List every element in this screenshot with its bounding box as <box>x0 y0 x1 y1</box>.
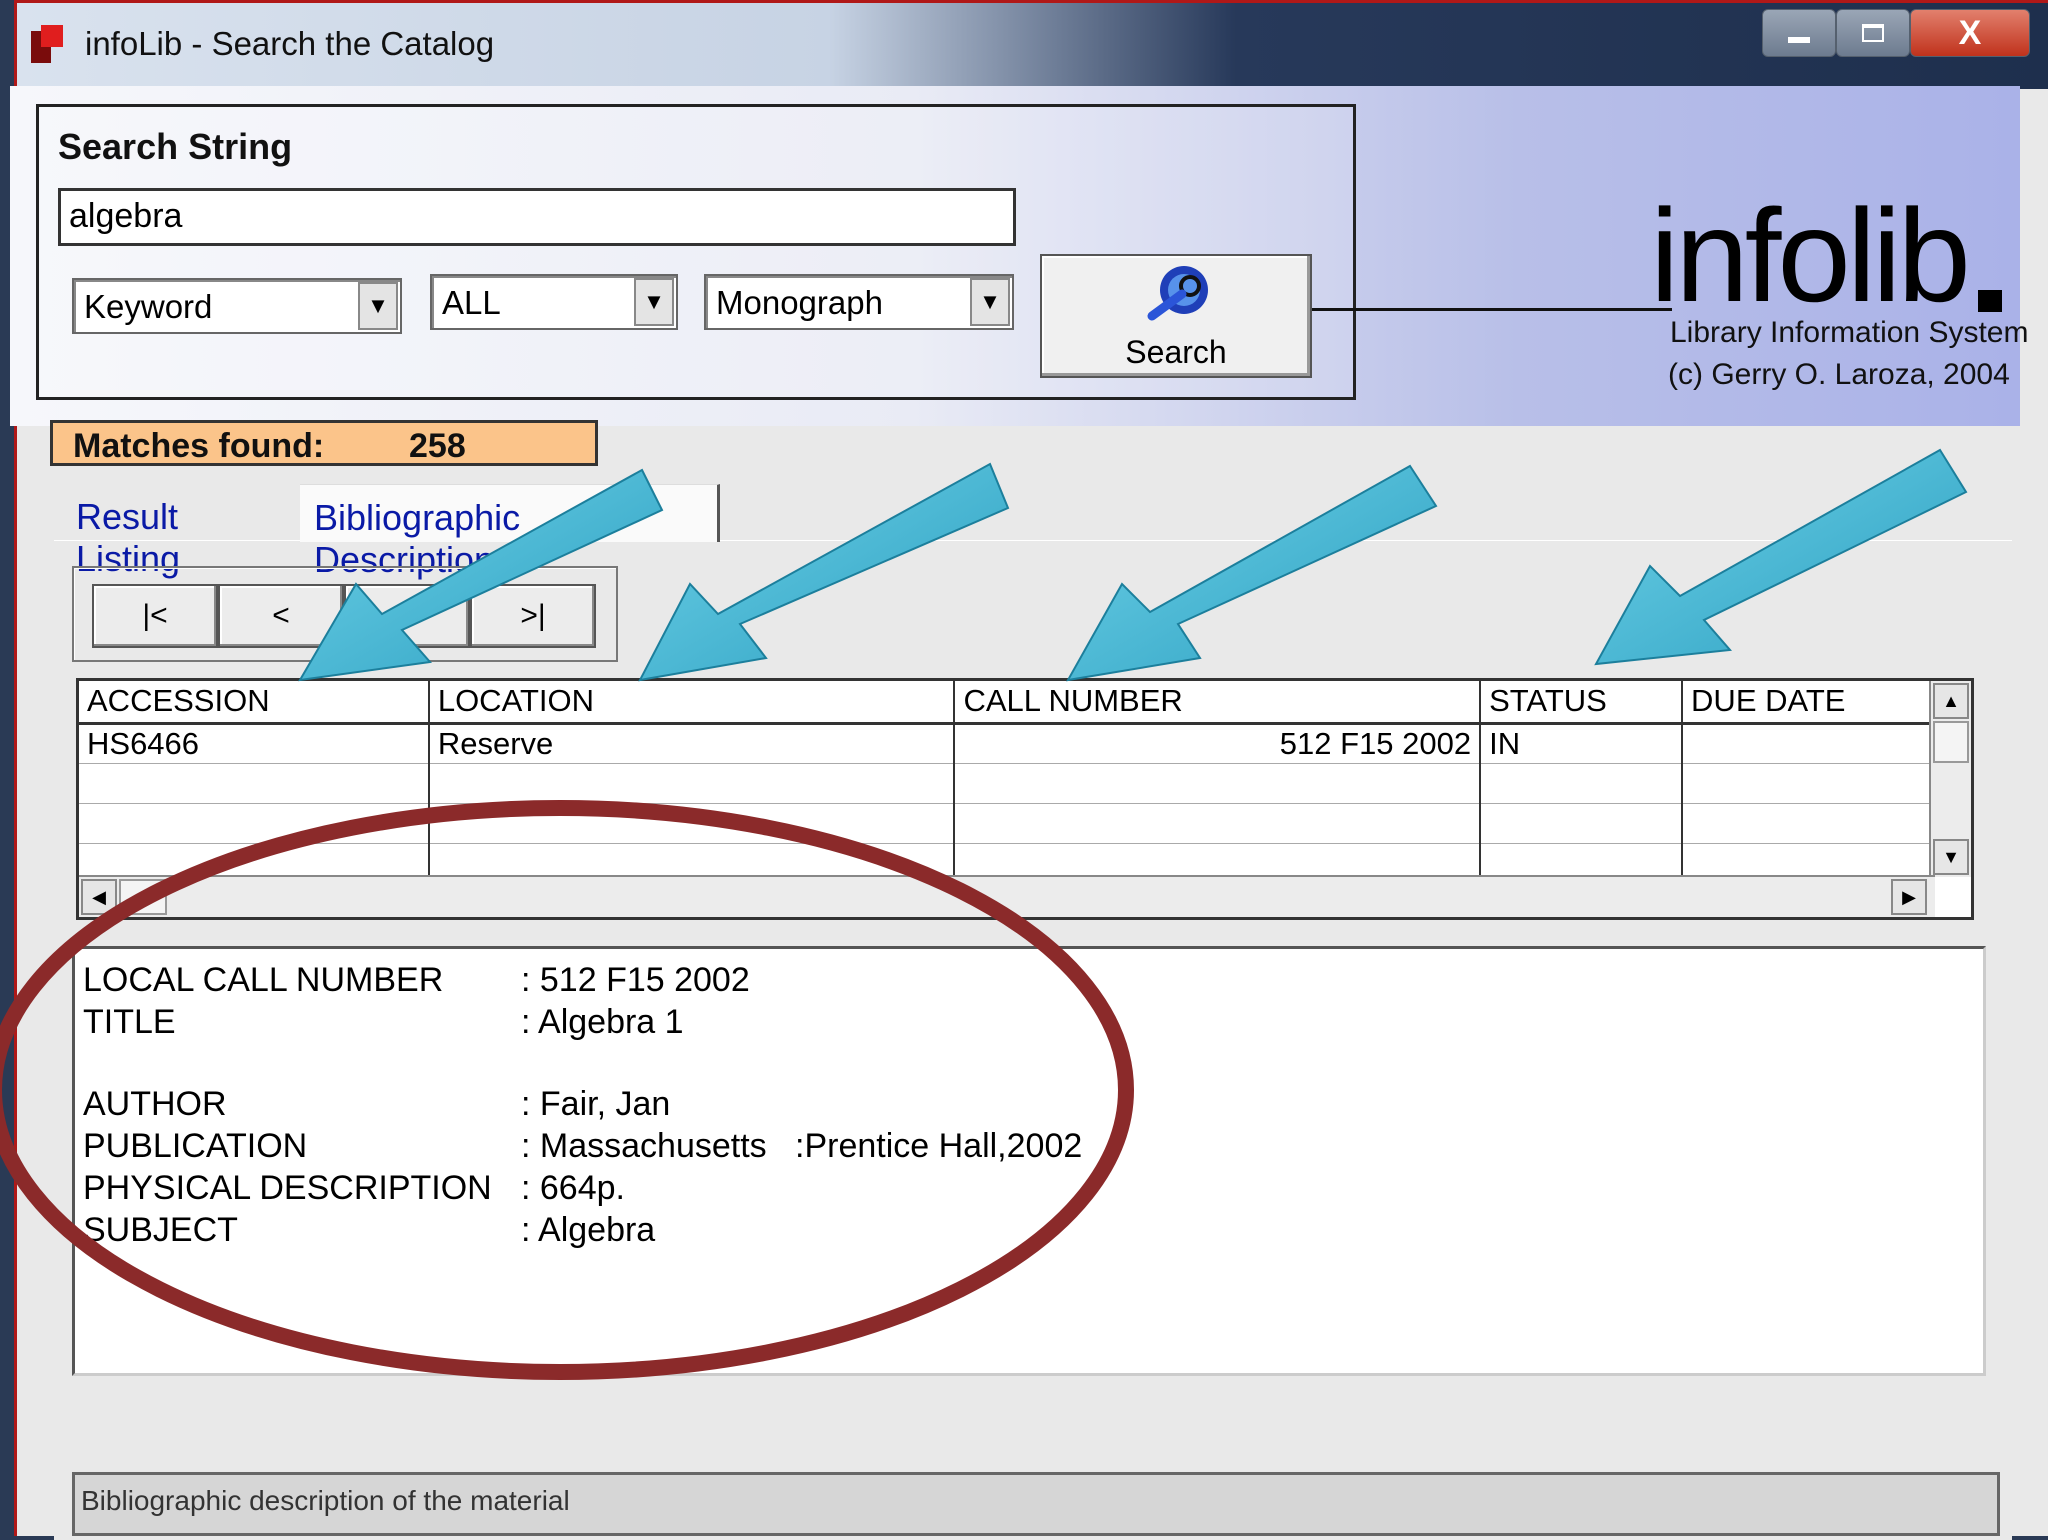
material-type-select[interactable]: Monograph ▼ <box>704 274 1014 330</box>
scope-value: ALL <box>442 284 501 321</box>
column-header[interactable]: DUE DATE <box>1682 681 1935 725</box>
status-bar: Bibliographic description of the materia… <box>72 1472 2000 1536</box>
matches-found-badge: Matches found: 258 <box>50 420 598 466</box>
infolib-logo: infolib <box>1650 182 1971 329</box>
scroll-thumb[interactable] <box>1933 721 1969 763</box>
tab-bibliographic-description[interactable]: Bibliographic Description <box>300 484 720 580</box>
table-row-empty[interactable] <box>79 763 1935 804</box>
column-header[interactable]: ACCESSION <box>79 681 430 725</box>
detail-value: : Algebra <box>521 1211 656 1249</box>
search-label: Search String <box>58 126 293 167</box>
bibliographic-details: LOCAL CALL NUMBER : 512 F15 2002 TITLE :… <box>72 946 1986 1376</box>
close-icon: X <box>1958 13 1982 52</box>
due-date-cell <box>1682 723 1935 764</box>
dropdown-arrow-icon[interactable]: ▼ <box>634 278 674 326</box>
detail-value: : Algebra 1 <box>521 1003 684 1041</box>
search-globe-icon <box>1147 266 1208 321</box>
next-record-icon: > <box>398 599 416 632</box>
first-record-button[interactable]: |< <box>92 584 218 648</box>
detail-label: PUBLICATION <box>83 1127 308 1165</box>
window-title: infoLib - Search the Catalog <box>85 25 495 62</box>
detail-value: : Fair, Jan <box>521 1085 671 1123</box>
call-number-cell: 512 F15 2002 <box>954 723 1482 764</box>
search-button-label: Search <box>1125 334 1227 370</box>
next-record-button[interactable]: > <box>344 584 470 648</box>
copyright-text: (c) Gerry O. Laroza, 2004 <box>1668 358 2010 391</box>
title-bar[interactable]: infoLib - Search the Catalog X <box>17 3 2048 89</box>
scroll-thumb[interactable] <box>119 879 167 915</box>
search-input[interactable]: algebra <box>58 188 1016 246</box>
maximize-icon <box>1862 24 1884 42</box>
detail-label: TITLE <box>83 1003 176 1041</box>
table-row[interactable]: HS6466 Reserve 512 F15 2002 IN <box>79 723 1935 764</box>
holdings-table: ACCESSION LOCATION CALL NUMBER STATUS DU… <box>79 681 1935 884</box>
matches-count: 258 <box>409 427 466 465</box>
table-row-empty[interactable] <box>79 803 1935 844</box>
close-button[interactable]: X <box>1910 9 2030 57</box>
previous-record-button[interactable]: < <box>218 584 344 648</box>
detail-value: : Massachusetts :Prentice Hall,2002 <box>521 1127 1083 1165</box>
dropdown-arrow-icon[interactable]: ▼ <box>358 282 398 330</box>
holdings-grid[interactable]: ACCESSION LOCATION CALL NUMBER STATUS DU… <box>76 678 1974 920</box>
dropdown-arrow-icon[interactable]: ▼ <box>970 278 1010 326</box>
detail-label: LOCAL CALL NUMBER <box>83 961 444 999</box>
search-type-select[interactable]: Keyword ▼ <box>72 278 402 334</box>
scroll-down-icon[interactable]: ▼ <box>1933 839 1969 875</box>
status-cell: IN <box>1480 723 1684 764</box>
column-header[interactable]: LOCATION <box>428 681 956 725</box>
maximize-button[interactable] <box>1836 9 1910 57</box>
detail-label: AUTHOR <box>83 1085 227 1123</box>
accession-cell: HS6466 <box>79 723 430 764</box>
table-header-row: ACCESSION LOCATION CALL NUMBER STATUS DU… <box>79 681 1935 725</box>
tab-result-listing[interactable]: Result Listing <box>62 484 298 579</box>
scroll-right-icon[interactable]: ▶ <box>1891 879 1927 915</box>
horizontal-scrollbar[interactable]: ◀ ▶ <box>79 875 1935 917</box>
scope-select[interactable]: ALL ▼ <box>430 274 678 330</box>
minimize-button[interactable] <box>1762 9 1836 57</box>
material-type-value: Monograph <box>716 284 883 321</box>
vertical-scrollbar[interactable]: ▲ ▼ <box>1929 681 1971 877</box>
detail-label: PHYSICAL DESCRIPTION <box>83 1169 492 1207</box>
minimize-icon <box>1788 37 1810 43</box>
scroll-left-icon[interactable]: ◀ <box>81 879 117 915</box>
last-record-button[interactable]: >| <box>470 584 596 648</box>
matches-label: Matches found: <box>73 427 325 465</box>
detail-value: : 664p. <box>521 1169 625 1207</box>
search-button[interactable]: Search <box>1040 254 1312 378</box>
column-header[interactable]: STATUS <box>1480 681 1684 725</box>
previous-record-icon: < <box>272 599 290 632</box>
search-type-value: Keyword <box>84 288 213 325</box>
app-icon <box>31 25 65 63</box>
first-record-icon: |< <box>142 599 168 632</box>
scroll-up-icon[interactable]: ▲ <box>1933 683 1969 719</box>
location-cell: Reserve <box>428 723 956 764</box>
detail-value: : 512 F15 2002 <box>521 961 750 999</box>
column-header[interactable]: CALL NUMBER <box>954 681 1482 725</box>
last-record-icon: >| <box>520 599 546 632</box>
logo-subtitle: Library Information System <box>1670 316 2029 349</box>
logo-dot <box>1978 290 2002 312</box>
logo-connector-line <box>1312 308 1672 311</box>
detail-label: SUBJECT <box>83 1211 238 1249</box>
